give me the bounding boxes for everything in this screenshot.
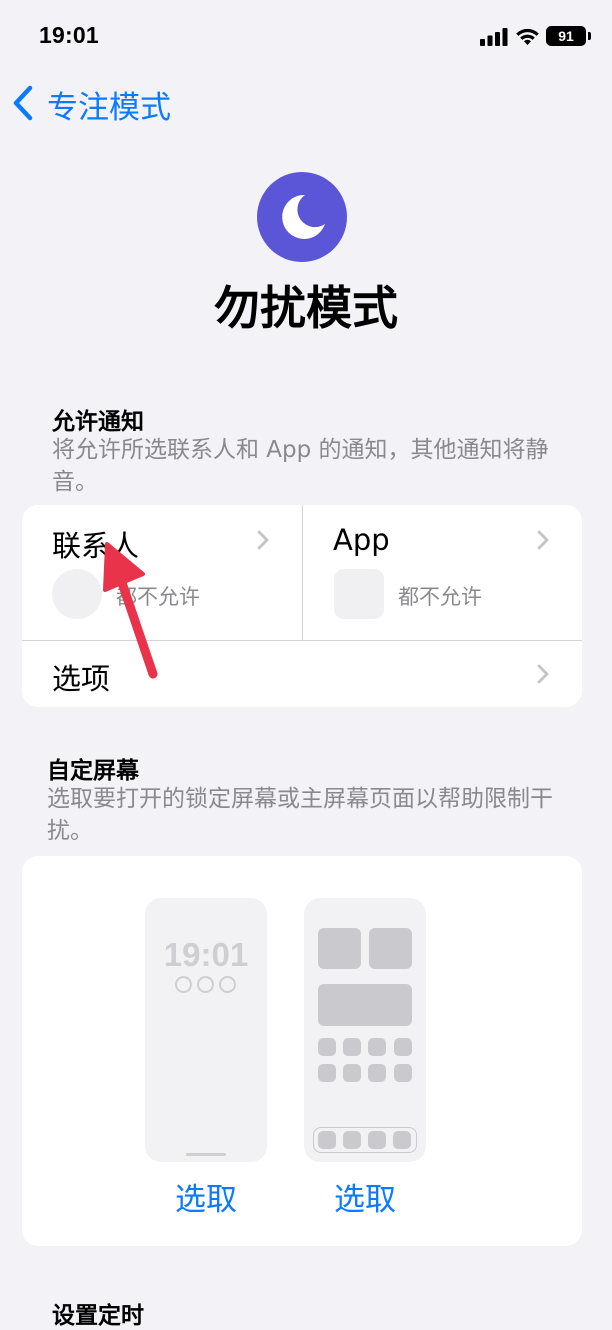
- dock-icon-placeholder: [318, 1130, 336, 1149]
- page-title: 勿扰模式: [214, 281, 398, 335]
- app-icon-placeholder: [394, 1064, 412, 1082]
- app-icon-placeholder: [343, 1038, 361, 1056]
- status-time: 19:01: [39, 22, 99, 48]
- widget-placeholder: [318, 928, 361, 969]
- widget-ring: [219, 976, 236, 993]
- app-icon-placeholder: [318, 1064, 336, 1082]
- widget-placeholder: [369, 928, 412, 969]
- app-icon-placeholder: [343, 1064, 361, 1082]
- home-indicator: [186, 1153, 226, 1156]
- dock-placeholder: [313, 1127, 417, 1153]
- annotation-arrow-icon: [103, 542, 158, 679]
- dock-icon-placeholder: [343, 1130, 361, 1149]
- apps-status: 都不允许: [398, 585, 482, 609]
- set-schedule-header: 设置定时: [52, 1303, 144, 1329]
- customize-screens-description: 选取要打开的锁定屏幕或主屏幕页面以帮助限制干扰。: [47, 786, 553, 844]
- moon-icon: [282, 194, 325, 239]
- app-icon-placeholder: [368, 1038, 386, 1056]
- lock-screen-time: 19:01: [163, 936, 249, 973]
- app-icon-placeholder: [394, 1038, 412, 1056]
- back-chevron-icon[interactable]: [10, 84, 36, 122]
- battery-cap: [588, 32, 591, 40]
- dock-icon-placeholder: [368, 1130, 386, 1149]
- back-button[interactable]: 专注模式: [47, 82, 171, 127]
- lock-screen-preview[interactable]: 19:01: [145, 898, 267, 1162]
- apps-label: App: [333, 523, 390, 557]
- allow-notifications-header: 允许通知: [52, 409, 144, 435]
- chevron-right-icon: [537, 530, 549, 550]
- app-icon-placeholder: [318, 1038, 336, 1056]
- chevron-right-icon: [537, 664, 549, 684]
- allow-notifications-description: 将允许所选联系人和 App 的通知，其他通知将静音。: [52, 437, 549, 495]
- app-icon-placeholder: [368, 1064, 386, 1082]
- wifi-icon: [516, 28, 539, 45]
- customize-screens-card: 19:01 选取 选取: [22, 856, 582, 1246]
- app-icon-placeholder: [334, 569, 384, 619]
- chevron-right-icon: [257, 530, 269, 550]
- widget-ring: [175, 976, 192, 993]
- dock-icon-placeholder: [393, 1130, 411, 1149]
- cellular-signal-icon: [480, 28, 508, 46]
- home-screen-preview[interactable]: [304, 898, 426, 1162]
- battery-indicator: 91: [546, 26, 586, 46]
- focus-mode-icon: [257, 172, 347, 262]
- widget-ring: [197, 976, 214, 993]
- customize-screens-header: 自定屏幕: [47, 758, 139, 784]
- widget-placeholder: [318, 984, 412, 1026]
- select-lock-screen-button[interactable]: 选取: [145, 1174, 267, 1219]
- select-home-screen-button[interactable]: 选取: [304, 1174, 426, 1219]
